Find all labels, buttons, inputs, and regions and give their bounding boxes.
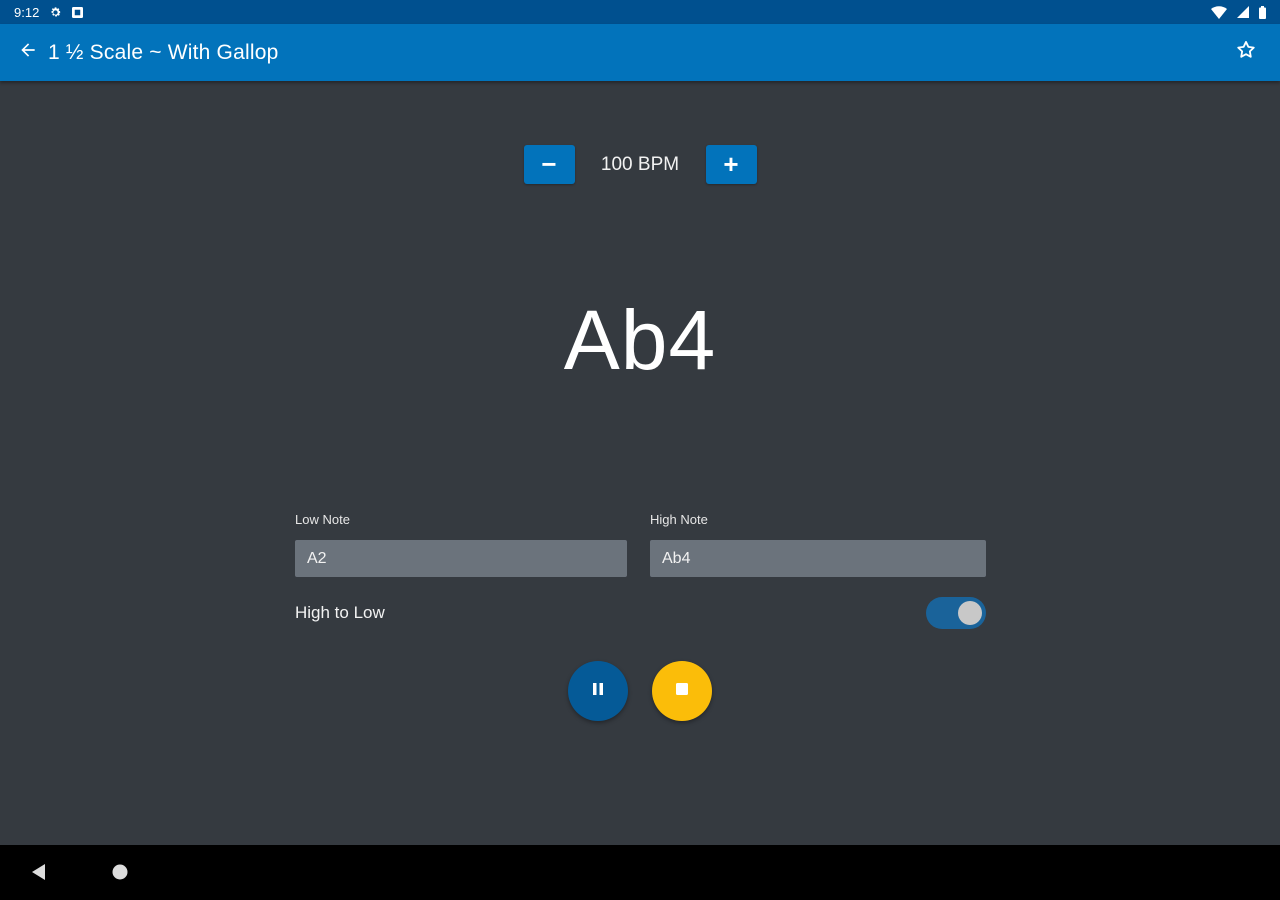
direction-toggle-label: High to Low bbox=[295, 603, 385, 622]
arrow-left-icon bbox=[18, 40, 38, 65]
playback-controls bbox=[0, 661, 1280, 721]
low-note-group: Low Note bbox=[295, 512, 627, 577]
star-outline-icon bbox=[1235, 39, 1257, 66]
low-note-label: Low Note bbox=[295, 512, 350, 527]
plus-icon: + bbox=[723, 149, 739, 179]
battery-icon bbox=[1259, 5, 1266, 19]
nav-back-button[interactable] bbox=[30, 863, 48, 886]
status-bar-left: 9:12 bbox=[14, 4, 84, 20]
system-nav-bar bbox=[0, 845, 1280, 900]
minus-icon: − bbox=[541, 149, 557, 179]
decrease-bpm-button[interactable]: − bbox=[523, 145, 575, 184]
high-note-input[interactable] bbox=[650, 540, 986, 577]
direction-toggle-row: High to Low bbox=[295, 596, 986, 630]
wifi-icon bbox=[1211, 5, 1227, 19]
pause-icon bbox=[591, 682, 605, 701]
high-note-group: High Note bbox=[650, 512, 986, 577]
nav-back-icon bbox=[30, 864, 48, 885]
favorite-button[interactable] bbox=[1228, 34, 1264, 70]
page-title: 1 ½ Scale ~ With Gallop bbox=[48, 40, 279, 64]
notification-icon bbox=[72, 6, 84, 18]
pause-button[interactable] bbox=[568, 661, 628, 721]
current-note-display: Ab4 bbox=[563, 293, 717, 387]
tempo-control: − 100 BPM + bbox=[0, 145, 1280, 184]
switch-thumb bbox=[958, 601, 982, 625]
signal-icon bbox=[1237, 6, 1249, 18]
low-note-input[interactable] bbox=[295, 540, 627, 577]
nav-home-button[interactable] bbox=[112, 864, 128, 885]
settings-icon bbox=[49, 6, 62, 19]
nav-home-icon bbox=[112, 864, 128, 884]
app-bar: 1 ½ Scale ~ With Gallop bbox=[0, 24, 1280, 81]
status-time: 9:12 bbox=[14, 4, 40, 20]
high-note-label: High Note bbox=[650, 512, 708, 527]
high-to-low-switch[interactable] bbox=[926, 597, 986, 629]
increase-bpm-button[interactable]: + bbox=[705, 145, 757, 184]
stop-icon bbox=[676, 682, 688, 700]
status-bar: 9:12 bbox=[0, 0, 1280, 24]
status-bar-right bbox=[1211, 5, 1266, 19]
stop-button[interactable] bbox=[652, 661, 712, 721]
bpm-value: 100 BPM bbox=[600, 153, 680, 175]
